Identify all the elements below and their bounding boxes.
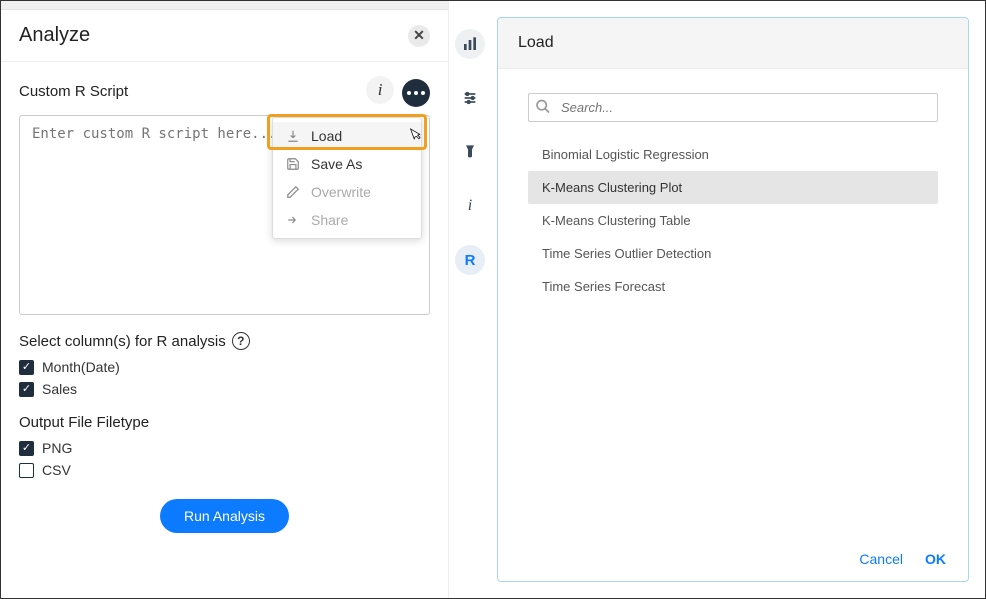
dropdown-item-share: Share bbox=[273, 206, 421, 234]
close-button[interactable]: ✕ bbox=[408, 25, 430, 47]
run-wrap: Run Analysis bbox=[19, 481, 430, 551]
checkbox[interactable] bbox=[19, 463, 34, 478]
share-icon bbox=[285, 212, 301, 228]
r-icon: R bbox=[465, 252, 476, 269]
checkbox-row-csv[interactable]: CSV bbox=[19, 459, 430, 481]
topbar-strip bbox=[1, 1, 448, 10]
checkbox-row-month[interactable]: Month(Date) bbox=[19, 356, 430, 378]
rail-sliders-button[interactable] bbox=[455, 83, 485, 113]
filetype-label-row: Output File Filetype bbox=[19, 414, 430, 431]
dropdown-item-label: Share bbox=[311, 212, 348, 228]
side-rail: i R bbox=[449, 1, 491, 598]
modal-footer: Cancel OK bbox=[498, 539, 968, 581]
script-list: Binomial Logistic Regression K-Means Clu… bbox=[528, 138, 938, 303]
columns-label: Select column(s) for R analysis bbox=[19, 333, 226, 350]
checkbox[interactable] bbox=[19, 382, 34, 397]
list-item[interactable]: K-Means Clustering Table bbox=[528, 204, 938, 237]
script-label: Custom R Script bbox=[19, 83, 128, 100]
checkbox-row-png[interactable]: PNG bbox=[19, 437, 430, 459]
modal-body: Binomial Logistic Regression K-Means Clu… bbox=[498, 69, 968, 539]
load-modal: Load Binomial Logistic Regression K-Mean… bbox=[497, 17, 969, 582]
rail-info-button[interactable]: i bbox=[455, 191, 485, 221]
info-icon: i bbox=[378, 80, 383, 100]
columns-group: Select column(s) for R analysis ? Month(… bbox=[19, 332, 430, 400]
columns-label-row: Select column(s) for R analysis ? bbox=[19, 332, 430, 350]
rail-r-button[interactable]: R bbox=[455, 245, 485, 275]
script-section: Custom R Script i bbox=[1, 62, 448, 551]
search-input[interactable] bbox=[528, 93, 938, 122]
analyze-panel: Analyze ✕ Custom R Script i bbox=[1, 1, 449, 598]
script-header-row: Custom R Script i bbox=[19, 76, 430, 107]
dropdown-item-save-as[interactable]: Save As bbox=[273, 150, 421, 178]
app-root: Analyze ✕ Custom R Script i bbox=[0, 0, 986, 599]
dropdown-item-label: Overwrite bbox=[311, 184, 371, 200]
right-panel: Load Binomial Logistic Regression K-Mean… bbox=[491, 1, 985, 598]
panel-header: Analyze ✕ bbox=[1, 10, 448, 62]
panel-title: Analyze bbox=[19, 24, 90, 47]
more-icon bbox=[407, 91, 425, 95]
checkbox-label: PNG bbox=[42, 440, 72, 456]
script-textarea-wrap: Load Save As Overwrite bbox=[19, 115, 430, 318]
modal-header: Load bbox=[498, 18, 968, 69]
sliders-icon bbox=[462, 90, 478, 106]
cancel-button[interactable]: Cancel bbox=[859, 551, 903, 567]
checkbox[interactable] bbox=[19, 441, 34, 456]
run-analysis-button[interactable]: Run Analysis bbox=[160, 499, 289, 533]
search-wrap bbox=[528, 93, 938, 122]
checkbox-label: CSV bbox=[42, 462, 71, 478]
info-icon: i bbox=[468, 197, 472, 215]
download-icon bbox=[285, 128, 301, 144]
dropdown-item-load[interactable]: Load bbox=[273, 122, 421, 150]
list-item[interactable]: Time Series Outlier Detection bbox=[528, 237, 938, 270]
dropdown-item-label: Load bbox=[311, 128, 342, 144]
modal-title: Load bbox=[518, 34, 948, 52]
checkbox-label: Sales bbox=[42, 381, 77, 397]
dropdown-item-overwrite: Overwrite bbox=[273, 178, 421, 206]
filetype-group: Output File Filetype PNG CSV bbox=[19, 414, 430, 481]
info-button[interactable]: i bbox=[366, 76, 394, 104]
bar-chart-icon bbox=[462, 36, 478, 52]
help-icon[interactable]: ? bbox=[232, 332, 250, 350]
rail-highlighter-button[interactable] bbox=[455, 137, 485, 167]
rail-chart-button[interactable] bbox=[455, 29, 485, 59]
list-item[interactable]: Time Series Forecast bbox=[528, 270, 938, 303]
search-icon bbox=[535, 98, 551, 117]
dropdown-item-label: Save As bbox=[311, 156, 362, 172]
save-icon bbox=[285, 156, 301, 172]
list-item[interactable]: K-Means Clustering Plot bbox=[528, 171, 938, 204]
checkbox-row-sales[interactable]: Sales bbox=[19, 378, 430, 400]
close-icon: ✕ bbox=[413, 27, 425, 44]
checkbox-label: Month(Date) bbox=[42, 359, 120, 375]
script-action-buttons: i bbox=[362, 76, 430, 107]
list-item[interactable]: Binomial Logistic Regression bbox=[528, 138, 938, 171]
checkbox[interactable] bbox=[19, 360, 34, 375]
filetype-label: Output File Filetype bbox=[19, 414, 149, 431]
pencil-icon bbox=[285, 184, 301, 200]
more-button[interactable] bbox=[402, 79, 430, 107]
script-dropdown: Load Save As Overwrite bbox=[272, 117, 422, 239]
ok-button[interactable]: OK bbox=[925, 551, 946, 567]
flashlight-icon bbox=[462, 144, 478, 160]
